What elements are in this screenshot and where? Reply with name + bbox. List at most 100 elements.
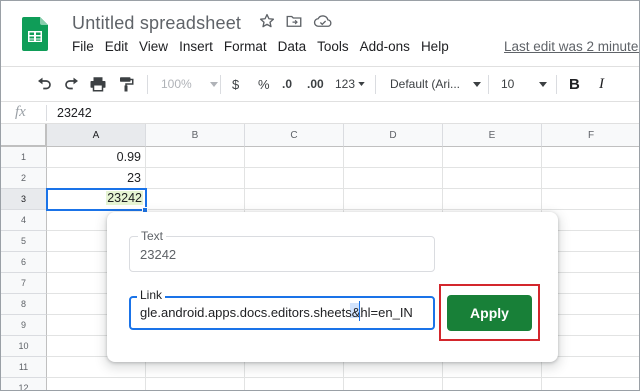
row-header-11[interactable]: 11 [1,357,47,378]
undo-icon[interactable] [35,67,53,101]
column-header-a[interactable]: A [47,124,146,147]
cell-a12[interactable] [47,378,146,390]
currency-label: $ [232,76,240,92]
font-size-select[interactable]: 10 [501,67,548,101]
cell-b12[interactable] [146,378,245,390]
text-field[interactable]: Text 23242 [129,229,435,272]
cell-f2[interactable] [542,168,639,189]
cell-c1[interactable] [245,147,344,168]
percent-format-button[interactable]: % [258,67,270,101]
menu-tools[interactable]: Tools [317,39,349,54]
increase-decimal-button[interactable]: .00 [307,67,324,101]
cell-b1[interactable] [146,147,245,168]
column-header-c[interactable]: C [245,124,344,147]
column-header-f[interactable]: F [542,124,639,147]
cell-e3[interactable] [443,189,542,210]
row-header-5[interactable]: 5 [1,231,47,252]
bold-button[interactable]: B [569,67,580,101]
increase-decimal-label: .00 [307,77,324,91]
menu-view[interactable]: View [139,39,168,54]
link-field[interactable]: gle.android.apps.docs.editors.sheets&hl=… [129,296,435,330]
dropdown-arrow-icon [358,82,365,86]
menu-add-ons[interactable]: Add-ons [360,39,410,54]
cloud-saved-icon[interactable] [313,12,333,32]
decrease-decimal-button[interactable]: .0 [282,67,292,101]
italic-button[interactable]: I [599,67,604,101]
document-title[interactable]: Untitled spreadsheet [72,13,241,34]
menu-help[interactable]: Help [421,39,449,54]
percent-label: % [258,76,270,92]
row-header-6[interactable]: 6 [1,252,47,273]
move-folder-icon[interactable] [285,12,305,32]
more-formats-label: 123 [335,77,356,91]
menu-data[interactable]: Data [278,39,307,54]
column-header-b[interactable]: B [146,124,245,147]
menu-insert[interactable]: Insert [179,39,213,54]
cell-c2[interactable] [245,168,344,189]
row-header-4[interactable]: 4 [1,210,47,231]
row-header-8[interactable]: 8 [1,294,47,315]
cell-d1[interactable] [344,147,443,168]
row-header-7[interactable]: 7 [1,273,47,294]
cell-a2[interactable]: 23 [47,168,146,189]
row-header-2[interactable]: 2 [1,168,47,189]
cell-d2[interactable] [344,168,443,189]
italic-label: I [599,75,604,92]
cell-c3[interactable] [245,189,344,210]
font-family-value: Default (Ari... [390,77,461,91]
row-header-10[interactable]: 10 [1,336,47,357]
last-edit-link[interactable]: Last edit was 2 minutes ago [504,39,639,54]
fx-icon: fx [15,104,26,120]
sheets-logo-icon[interactable] [22,17,48,51]
dropdown-arrow-icon [539,81,548,87]
menu-edit[interactable]: Edit [105,39,128,54]
text-cursor [359,301,360,321]
cell-a3-value: 23242 [106,191,143,205]
cell-b3[interactable] [146,189,245,210]
font-size-value: 10 [501,77,515,91]
cell-d3[interactable] [344,189,443,210]
toolbar: 100% $ % .0 .00 123 Default (Ari... 10 B… [1,66,639,102]
row-header-1[interactable]: 1 [1,147,47,168]
cell-e12[interactable] [443,378,542,390]
cell-f12[interactable] [542,378,639,390]
redo-icon[interactable] [63,67,81,101]
spreadsheet-window: Untitled spreadsheet File Edit View Inse… [0,0,640,391]
cell-a1[interactable]: 0.99 [47,147,146,168]
menu-bar: File Edit View Insert Format Data Tools … [72,39,460,54]
star-icon[interactable] [258,12,278,32]
more-formats-button[interactable]: 123 [335,67,365,101]
link-field-label: Link [137,288,166,302]
cell-f1[interactable] [542,147,639,168]
row-header-3[interactable]: 3 [1,189,47,210]
menu-format[interactable]: Format [224,39,267,54]
cell-e1[interactable] [443,147,542,168]
apply-button[interactable]: Apply [447,295,532,331]
formula-input[interactable]: 23242 [57,106,92,120]
cell-c12[interactable] [245,378,344,390]
cell-e2[interactable] [443,168,542,189]
zoom-select[interactable]: 100% [161,67,218,101]
dropdown-arrow-icon [209,81,218,87]
formula-bar: fx 23242 [1,102,639,124]
row-header-12[interactable]: 12 [1,378,47,390]
column-header-d[interactable]: D [344,124,443,147]
bold-label: B [569,75,580,93]
cell-b2[interactable] [146,168,245,189]
select-all-corner[interactable] [1,124,47,147]
text-field-label: Text [138,229,167,243]
print-icon[interactable] [89,67,107,101]
column-header-e[interactable]: E [443,124,542,147]
paint-format-icon[interactable] [117,67,135,101]
text-field-value: 23242 [140,247,177,262]
link-field-value: gle.android.apps.docs.editors.sheets&hl=… [140,305,413,320]
cell-a3[interactable]: 23242 [46,188,147,211]
font-family-select[interactable]: Default (Ari... [390,67,482,101]
cell-d12[interactable] [344,378,443,390]
row-header-9[interactable]: 9 [1,315,47,336]
cell-f11[interactable] [542,357,639,378]
cell-f3[interactable] [542,189,639,210]
currency-format-button[interactable]: $ [232,67,239,101]
menu-file[interactable]: File [72,39,94,54]
zoom-value: 100% [161,77,192,91]
